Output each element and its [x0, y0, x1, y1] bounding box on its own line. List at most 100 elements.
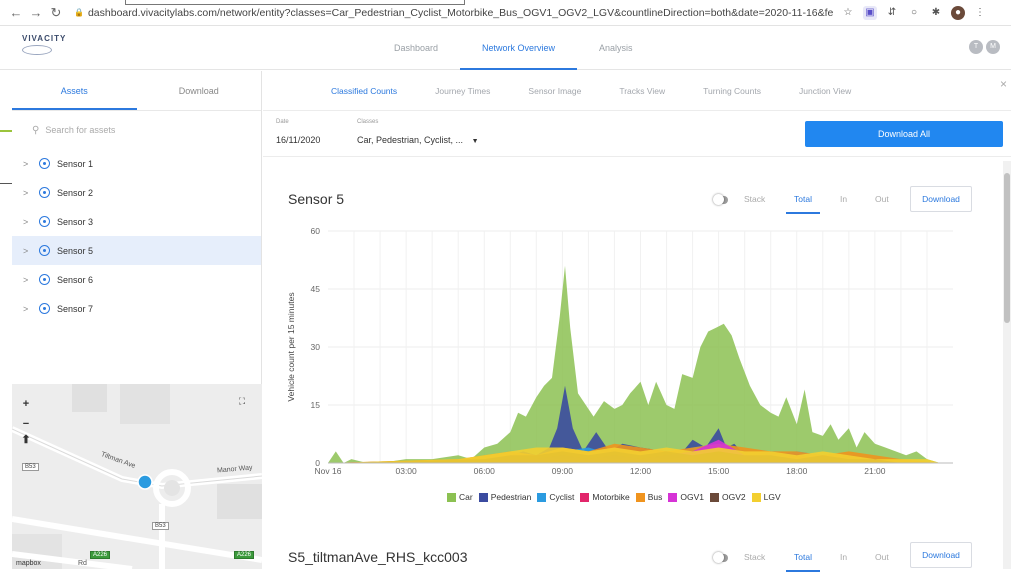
- assets-tabs: Assets Download: [12, 71, 261, 111]
- tab-network-overview[interactable]: Network Overview: [460, 26, 578, 70]
- tab-sensor-image[interactable]: Sensor Image: [528, 71, 581, 111]
- search-input[interactable]: ⚲ Search for assets: [12, 111, 261, 149]
- tab-tracks-view[interactable]: Tracks View: [619, 71, 665, 111]
- fullscreen-icon[interactable]: ⛶: [236, 396, 248, 408]
- classes-value: Car, Pedestrian, Cyclist, ...: [357, 135, 464, 145]
- app-header: VIVACITY Dashboard Network Overview Anal…: [0, 26, 1011, 70]
- chevron-right-icon[interactable]: >: [23, 159, 39, 169]
- sensor-item[interactable]: > Sensor 1: [12, 149, 261, 178]
- legend-item[interactable]: OGV1: [668, 492, 704, 502]
- avatar[interactable]: T: [969, 40, 983, 54]
- browser-toolbar: ← → ↻ 🔒 dashboard.vivacitylabs.com/netwo…: [0, 0, 1011, 26]
- sensor-label: Sensor 1: [57, 158, 94, 169]
- sensor-item[interactable]: > Sensor 2: [12, 178, 261, 207]
- scrollbar-thumb[interactable]: [1004, 173, 1010, 323]
- menu-icon[interactable]: ⋮: [973, 6, 987, 20]
- road-shield: B53: [152, 522, 169, 530]
- lock-icon: 🔒: [74, 8, 84, 17]
- chevron-right-icon[interactable]: >: [23, 304, 39, 314]
- legend-label: OGV2: [721, 492, 746, 502]
- download-all-button[interactable]: Download All: [805, 121, 1003, 147]
- scrollbar[interactable]: [1003, 161, 1011, 569]
- extension-icon[interactable]: ▣: [862, 5, 877, 20]
- extension-icon[interactable]: ○: [907, 6, 921, 20]
- date-label: Date: [276, 119, 289, 125]
- tab-turning-counts[interactable]: Turning Counts: [703, 71, 761, 111]
- tab-junction-view[interactable]: Junction View: [799, 71, 851, 111]
- classified-counts-chart[interactable]: 015304560Nov 16 03:00 06:00 09:00 12:00 15:00…: [263, 223, 983, 488]
- sensor-icon: [39, 187, 50, 198]
- in-toggle[interactable]: In: [840, 552, 847, 562]
- sensor-label: Sensor 6: [57, 274, 94, 285]
- legend-label: OGV1: [680, 492, 704, 502]
- tab-download[interactable]: Download: [137, 71, 262, 110]
- stack-toggle[interactable]: [713, 194, 728, 205]
- browser-tabstrip: [125, 0, 465, 5]
- out-toggle[interactable]: Out: [875, 552, 889, 562]
- chevron-right-icon[interactable]: >: [23, 217, 39, 227]
- search-icon: ⚲: [32, 124, 40, 136]
- legend-item[interactable]: Pedestrian: [478, 492, 531, 502]
- x-tick-label: 03:00: [395, 466, 417, 476]
- reload-icon[interactable]: ↻: [48, 5, 64, 21]
- total-toggle[interactable]: Total: [786, 552, 820, 572]
- chevron-right-icon[interactable]: >: [23, 246, 39, 256]
- sensor-icon: [39, 216, 50, 227]
- avatar[interactable]: M: [986, 40, 1000, 54]
- compass-icon[interactable]: ⬆: [20, 434, 32, 446]
- legend-item[interactable]: OGV2: [709, 492, 746, 502]
- legend-item[interactable]: Bus: [635, 492, 663, 502]
- y-axis-label: Vehicle count per 15 minutes: [286, 292, 296, 401]
- tab-assets[interactable]: Assets: [12, 71, 137, 110]
- puzzle-icon[interactable]: ✱: [929, 6, 943, 20]
- sensor-item[interactable]: > Sensor 7: [12, 294, 261, 323]
- stack-toggle[interactable]: [713, 552, 728, 563]
- legend-item[interactable]: Motorbike: [580, 492, 630, 502]
- map-view[interactable]: + − ⬆ ⛶ Tiltman Ave Manor Way Rd B53 B53…: [12, 384, 262, 569]
- tab-classified-counts[interactable]: Classified Counts: [331, 71, 397, 111]
- out-toggle[interactable]: Out: [875, 194, 889, 204]
- profile-icon[interactable]: ●: [950, 5, 965, 20]
- close-icon[interactable]: ×: [1000, 77, 1007, 91]
- tab-journey-times[interactable]: Journey Times: [435, 71, 490, 111]
- sensor-item[interactable]: > Sensor 5: [12, 236, 261, 265]
- forward-icon[interactable]: →: [28, 5, 44, 20]
- legend-swatch: [478, 492, 488, 502]
- tab-analysis[interactable]: Analysis: [577, 26, 655, 70]
- url-bar[interactable]: dashboard.vivacitylabs.com/network/entit…: [88, 7, 833, 19]
- zoom-in-icon[interactable]: +: [20, 398, 32, 410]
- card-title: S5_tiltmanAve_RHS_kcc003: [288, 549, 468, 565]
- sensor-item[interactable]: > Sensor 6: [12, 265, 261, 294]
- legend-item[interactable]: Car: [447, 492, 473, 502]
- download-button[interactable]: Download: [910, 186, 972, 212]
- legend-item[interactable]: LGV: [751, 492, 781, 502]
- extension-icon[interactable]: ⇵: [885, 6, 899, 20]
- search-placeholder: Search for assets: [45, 125, 116, 135]
- vivacity-logo[interactable]: VIVACITY: [22, 34, 65, 60]
- map-canvas[interactable]: [12, 384, 262, 569]
- classes-select[interactable]: Car, Pedestrian, Cyclist, ... ▼: [357, 135, 479, 145]
- mapbox-attribution[interactable]: mapbox: [16, 560, 41, 567]
- sensor-label: Sensor 3: [57, 216, 94, 227]
- date-field[interactable]: 16/11/2020: [276, 135, 320, 145]
- sensor-icon: [39, 274, 50, 285]
- sensor-icon: [39, 303, 50, 314]
- total-toggle[interactable]: Total: [786, 194, 820, 214]
- legend-label: Bus: [647, 492, 663, 502]
- legend-item[interactable]: Cyclist: [537, 492, 574, 502]
- download-button[interactable]: Download: [910, 542, 972, 568]
- classes-label: Classes: [357, 119, 379, 125]
- sensor-item[interactable]: > Sensor 3: [12, 207, 261, 236]
- zoom-out-icon[interactable]: −: [20, 418, 32, 430]
- sensor-icon: [39, 158, 50, 169]
- back-icon[interactable]: ←: [8, 5, 24, 20]
- legend-swatch: [709, 492, 719, 502]
- star-icon[interactable]: ☆: [841, 6, 855, 20]
- x-tick-label: 18:00: [786, 466, 808, 476]
- tab-dashboard[interactable]: Dashboard: [372, 26, 460, 70]
- in-toggle[interactable]: In: [840, 194, 847, 204]
- chevron-right-icon[interactable]: >: [23, 188, 39, 198]
- x-tick-label: 15:00: [708, 466, 730, 476]
- chevron-right-icon[interactable]: >: [23, 275, 39, 285]
- sensor-label: Sensor 5: [57, 245, 94, 256]
